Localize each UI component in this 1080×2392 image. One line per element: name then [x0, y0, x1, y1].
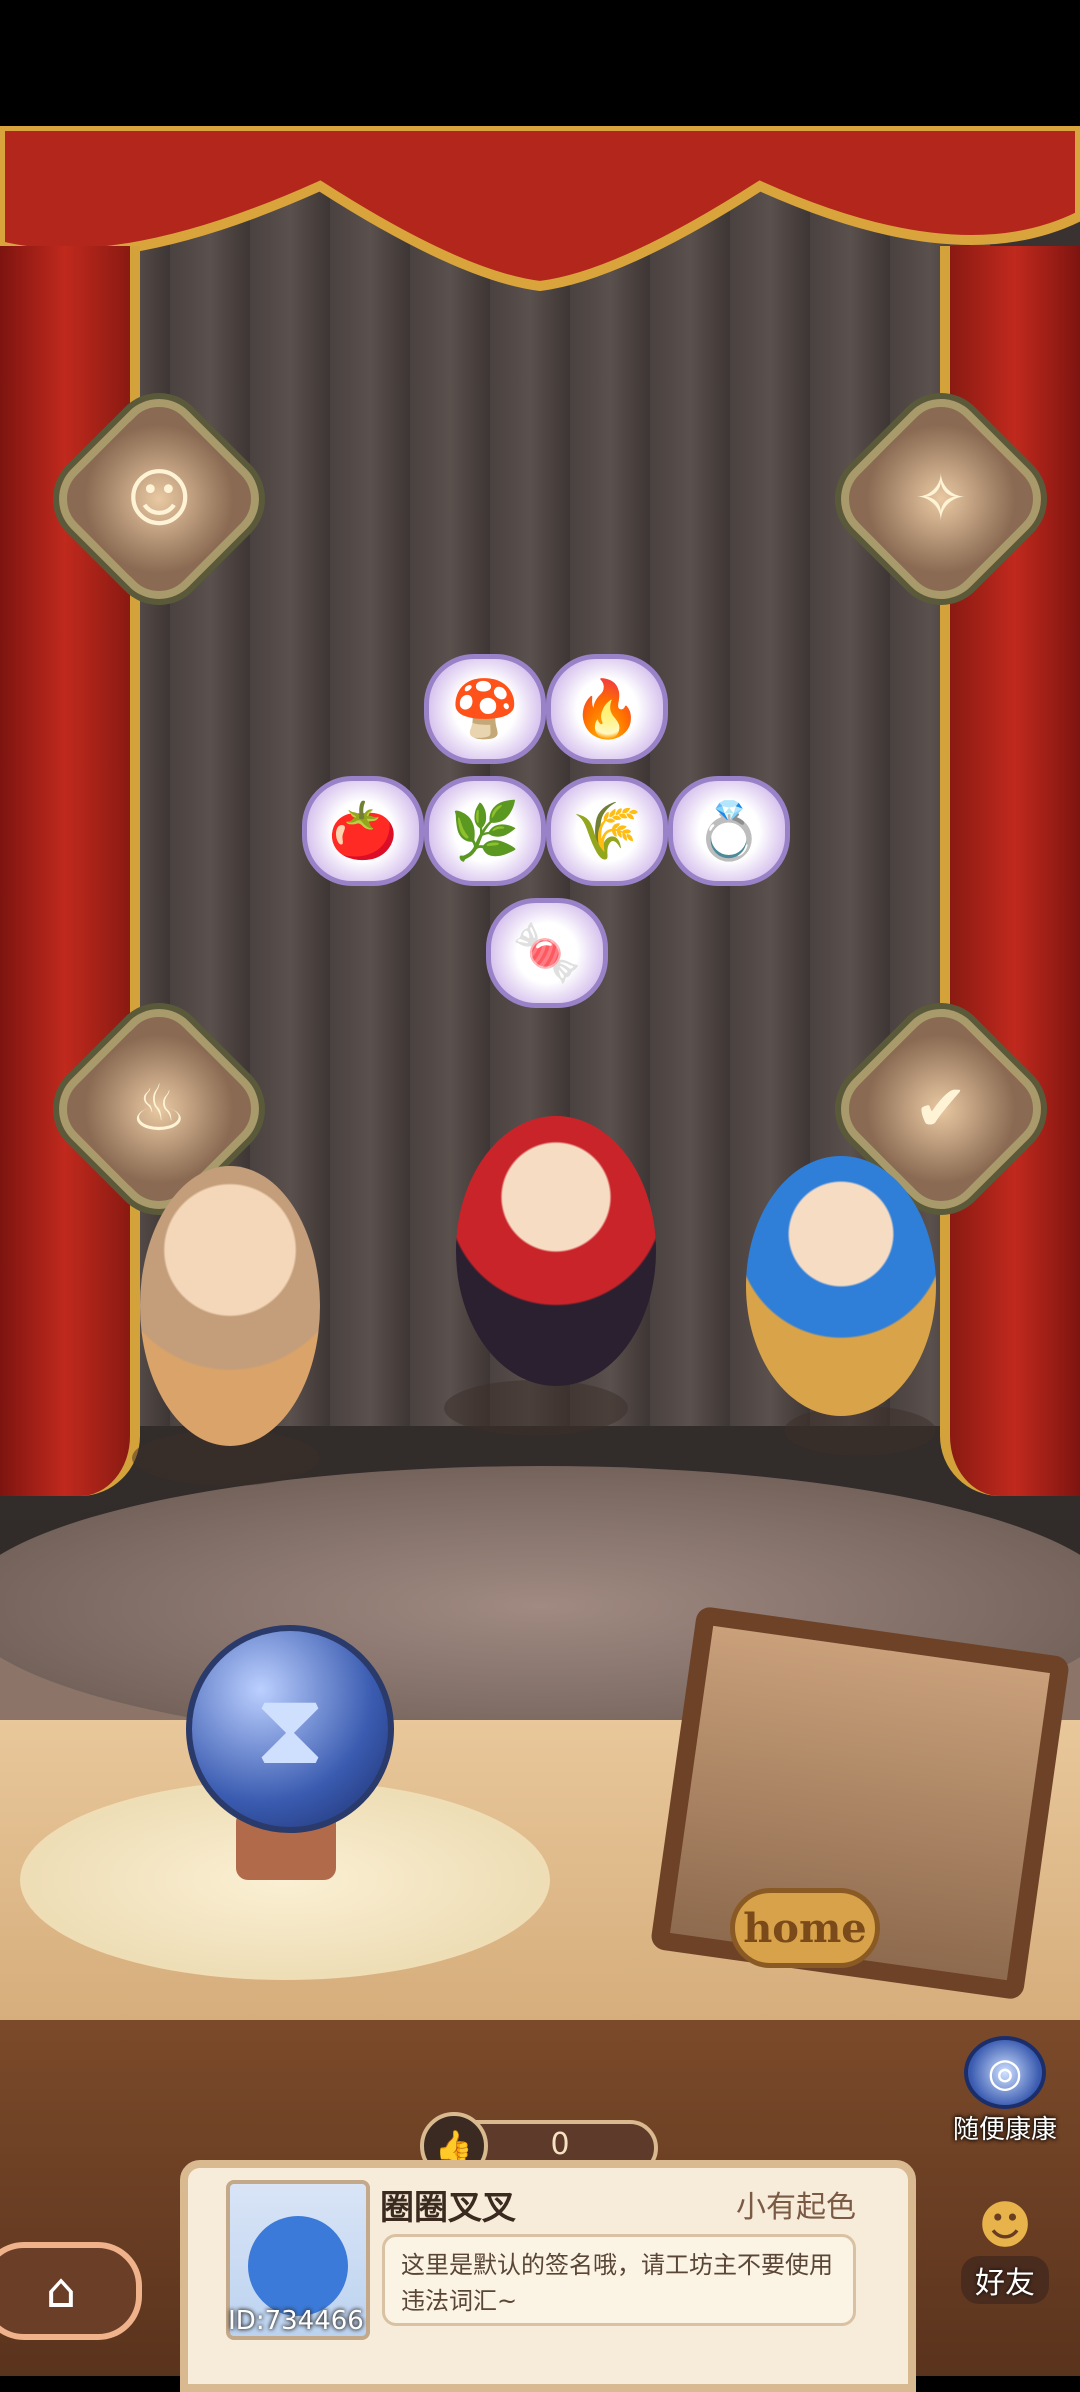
user-id: ID:734466: [228, 2306, 364, 2336]
friends-button[interactable]: ☻ 好友: [940, 2196, 1070, 2312]
jade-ring-icon: 💍: [694, 799, 764, 864]
character-shadow: [444, 1380, 628, 1436]
avatar-face: [248, 2216, 348, 2316]
mushroom-pile-icon: 🍄: [450, 677, 520, 742]
leek-icon: 🌿: [450, 799, 520, 864]
home-button[interactable]: ⌂: [0, 2242, 142, 2340]
theater-stage: ☺ ✧ ♨ ✔ 🍄 🔥 🍅 🌿 🌾 💍 🍬 ⧗ home: [0, 126, 1080, 2376]
thumb-up-icon: 👍: [435, 2128, 473, 2164]
status-bar: [0, 0, 1080, 126]
maid-character[interactable]: [140, 1166, 320, 1446]
user-name: 圈圈叉叉: [380, 2188, 516, 2228]
random-visit-label: 随便康康: [952, 2115, 1057, 2145]
ingredient-wheat[interactable]: 🌾: [546, 776, 668, 886]
ingredient-leek[interactable]: 🌿: [424, 776, 546, 886]
character-shadow: [784, 1406, 936, 1456]
cauldron-icon: ♨: [130, 1072, 188, 1146]
house-icon: ⌂: [45, 2263, 77, 2319]
blue-hair-character[interactable]: [746, 1156, 936, 1416]
ingredient-candy[interactable]: 🍬: [486, 898, 608, 1008]
fairy-icon: ✧: [914, 462, 968, 536]
witch-character[interactable]: [456, 1116, 656, 1386]
curtain-valance: [0, 126, 1080, 292]
user-rank: 小有起色: [736, 2190, 856, 2225]
ingredient-tomato[interactable]: 🍅: [302, 776, 424, 886]
portal-icon: ◎: [964, 2036, 1046, 2109]
ingredient-jade-ring[interactable]: 💍: [668, 776, 790, 886]
ingredient-mushroom[interactable]: 🍄: [424, 654, 546, 764]
mask-icon: ☺: [125, 462, 193, 536]
candy-strip-icon: 🍬: [512, 921, 582, 986]
scroll-icon: ✔: [914, 1072, 968, 1146]
ingredient-fire-ore[interactable]: 🔥: [546, 654, 668, 764]
home-sign[interactable]: home: [730, 1888, 880, 1968]
friends-label: 好友: [961, 2256, 1049, 2304]
hourglass-icon: ⧗: [254, 1670, 326, 1787]
signature-box[interactable]: 这里是默认的签名哦，请工坊主不要使用违法词汇~: [382, 2234, 856, 2326]
tomato-icon: 🍅: [328, 799, 398, 864]
hourglass-crystal-ball[interactable]: ⧗: [186, 1625, 394, 1833]
fire-ore-icon: 🔥: [572, 677, 642, 742]
golden-wheat-icon: 🌾: [572, 799, 642, 864]
random-visit-button[interactable]: ◎ 随便康康: [940, 2036, 1070, 2146]
friends-icon: ☻: [977, 2196, 1033, 2256]
